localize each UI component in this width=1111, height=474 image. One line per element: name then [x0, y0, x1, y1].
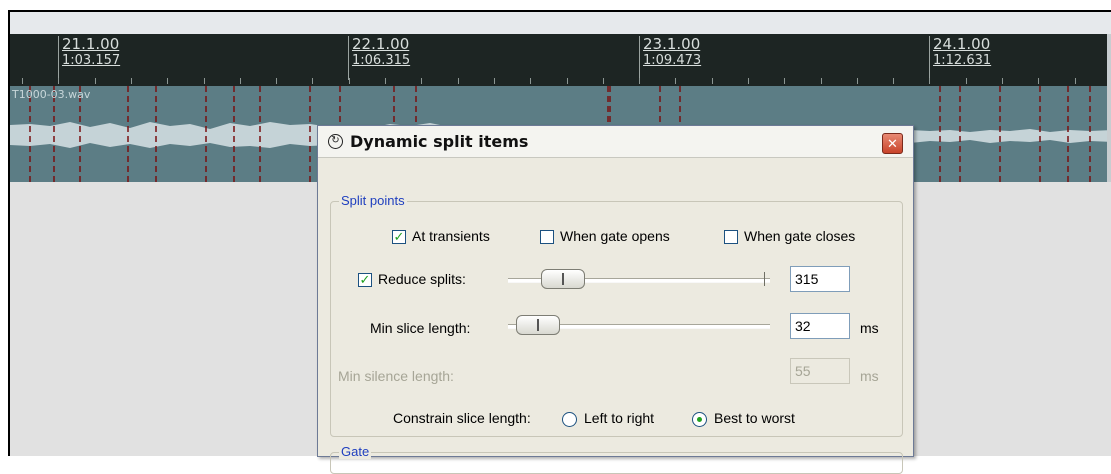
ruler-minor-tick	[530, 78, 531, 84]
dialog-titlebar[interactable]: ↻ Dynamic split items ✕	[318, 126, 913, 158]
ruler-minor-tick	[131, 78, 132, 84]
ruler-minor-tick	[748, 78, 749, 84]
when-gate-closes-checkbox[interactable]	[724, 230, 738, 244]
marker-bar-label: 21.1.00	[62, 35, 120, 53]
top-toolbar-strip	[10, 12, 1111, 34]
min-silence-length-label: Min silence length:	[338, 368, 454, 384]
ruler-minor-tick	[312, 78, 313, 84]
min-slice-length-input[interactable]: 32	[790, 313, 850, 339]
group-title: Split points	[339, 193, 407, 208]
marker-time-label: 1:03.157	[62, 53, 121, 68]
marker-bar-label: 23.1.00	[643, 35, 701, 53]
ruler-minor-tick	[22, 78, 23, 84]
min-silence-unit: ms	[860, 368, 879, 384]
marker-bar-label: 22.1.00	[352, 35, 410, 53]
ruler-minor-tick	[167, 78, 168, 84]
best-to-worst-label: Best to worst	[714, 410, 795, 426]
reduce-splits-label: Reduce splits:	[378, 271, 466, 287]
min-slice-slider-thumb[interactable]	[516, 315, 560, 335]
marker-time-label: 1:12.631	[933, 53, 992, 68]
when-gate-opens-label: When gate opens	[560, 228, 670, 244]
ruler-minor-tick	[857, 78, 858, 84]
marker-bar-label: 24.1.00	[933, 35, 991, 53]
ruler-minor-tick	[893, 78, 894, 84]
close-button[interactable]: ✕	[882, 133, 903, 154]
dynamic-split-dialog: ↻ Dynamic split items ✕ Split points ✓ A…	[317, 125, 914, 474]
ruler-minor-tick	[1075, 78, 1076, 84]
marker-tick	[348, 36, 349, 80]
when-gate-opens-checkbox[interactable]	[540, 230, 554, 244]
ruler-minor-tick	[1038, 78, 1039, 84]
ruler-minor-tick	[421, 78, 422, 84]
screen: 21.1.00 1:03.157 22.1.00 1:06.315 23.1.0…	[0, 0, 1111, 474]
gate-group: Gate	[330, 444, 903, 474]
ruler-minor-tick	[929, 78, 930, 84]
when-gate-closes-label: When gate closes	[744, 228, 856, 244]
left-to-right-radio[interactable]	[562, 412, 577, 427]
vertical-scrollbar[interactable]	[1107, 34, 1111, 182]
reaper-logo-icon: ↻	[328, 134, 343, 149]
marker-tick	[58, 36, 59, 80]
reduce-splits-slider-thumb[interactable]	[541, 269, 585, 289]
best-to-worst-radio[interactable]	[692, 412, 707, 427]
ruler-minor-tick	[494, 78, 495, 84]
ruler-minor-tick	[240, 78, 241, 84]
slider-end-tick	[764, 272, 765, 286]
at-transients-label: At transients	[412, 228, 490, 244]
marker-time-label: 1:06.315	[352, 53, 411, 68]
ruler-minor-tick	[567, 78, 568, 84]
ruler-minor-tick	[276, 78, 277, 84]
ruler-minor-tick	[603, 78, 604, 84]
dialog-title: Dynamic split items	[350, 132, 529, 151]
ruler-minor-tick	[58, 78, 59, 84]
min-silence-length-input: 55	[790, 358, 850, 384]
item-name: T1000-03.wav	[12, 88, 91, 101]
at-transients-checkbox[interactable]: ✓	[392, 230, 406, 244]
min-slice-length-label: Min slice length:	[370, 320, 471, 336]
ruler-minor-tick	[349, 78, 350, 84]
reduce-splits-input[interactable]: 315	[790, 266, 850, 292]
ruler-minor-tick	[712, 78, 713, 84]
marker-tick	[639, 36, 640, 80]
ruler-minor-tick	[639, 78, 640, 84]
ruler-minor-tick	[966, 78, 967, 84]
min-slice-unit: ms	[860, 320, 879, 336]
ruler-minor-tick	[821, 78, 822, 84]
group-title: Gate	[339, 444, 372, 459]
marker-tick	[929, 36, 930, 80]
ruler-minor-tick	[385, 78, 386, 84]
ruler-minor-tick	[458, 78, 459, 84]
ruler-minor-tick	[675, 78, 676, 84]
constrain-label: Constrain slice length:	[393, 410, 531, 426]
ruler-minor-tick	[95, 78, 96, 84]
marker-time-label: 1:09.473	[643, 53, 702, 68]
ruler-minor-tick	[784, 78, 785, 84]
timeline-ruler[interactable]: 21.1.00 1:03.157 22.1.00 1:06.315 23.1.0…	[10, 34, 1111, 86]
ruler-minor-tick	[1002, 78, 1003, 84]
ruler-minor-tick	[204, 78, 205, 84]
reduce-splits-checkbox[interactable]: ✓	[358, 273, 372, 287]
left-to-right-label: Left to right	[584, 410, 655, 426]
